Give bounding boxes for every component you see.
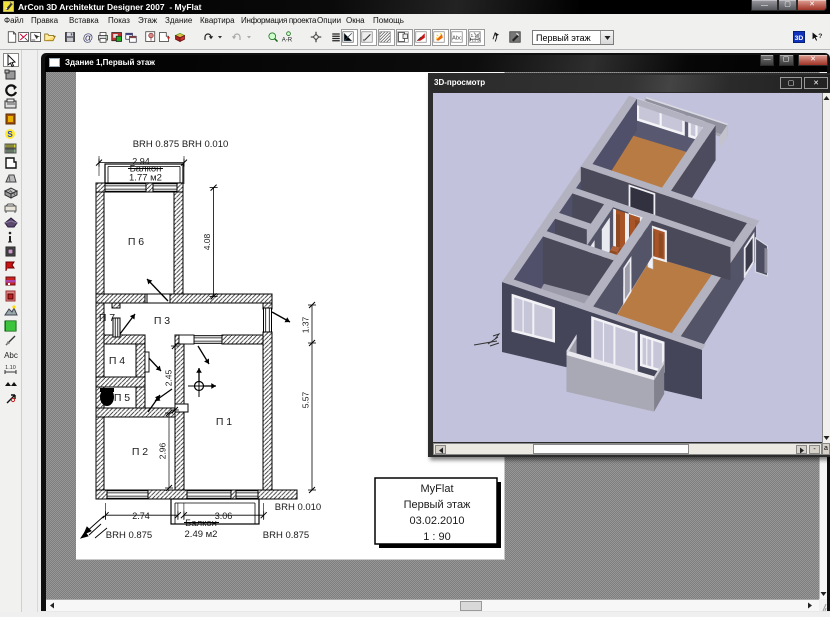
- svg-text:03.02.2010: 03.02.2010: [409, 515, 464, 527]
- svg-text:П 1: П 1: [216, 416, 232, 428]
- svg-text:BRH 0.010: BRH 0.010: [275, 502, 321, 513]
- svg-text:1.77 м2: 1.77 м2: [129, 173, 162, 184]
- svg-text:Abc: Abc: [452, 35, 462, 41]
- svg-text:5.57: 5.57: [301, 391, 311, 408]
- svg-text:A-R: A-R: [282, 38, 293, 44]
- svg-text:2.96: 2.96: [158, 442, 168, 459]
- svg-text:П 3: П 3: [154, 315, 170, 327]
- svg-text:@: @: [83, 32, 94, 43]
- svg-text:MyFlat: MyFlat: [421, 483, 454, 495]
- svg-text:2.45: 2.45: [164, 369, 174, 386]
- svg-text:П 2: П 2: [132, 446, 148, 458]
- svg-text:П 7: П 7: [99, 312, 115, 324]
- svg-text:BRH 0.875 BRH 0.010: BRH 0.875 BRH 0.010: [133, 139, 229, 150]
- svg-text:П 6: П 6: [128, 236, 144, 248]
- svg-text:3.06: 3.06: [215, 511, 233, 521]
- svg-text:Балкон: Балкон: [185, 518, 217, 529]
- svg-text:3D: 3D: [795, 35, 804, 42]
- svg-text:BRH 0.875: BRH 0.875: [106, 530, 152, 541]
- svg-text:1.37: 1.37: [301, 316, 311, 333]
- svg-text:Первый этаж: Первый этаж: [404, 499, 471, 511]
- svg-text:1 : 90: 1 : 90: [423, 531, 451, 543]
- svg-text:2.49 м2: 2.49 м2: [185, 529, 218, 540]
- svg-text:BRH 0.875: BRH 0.875: [263, 530, 309, 541]
- svg-text:П 4: П 4: [109, 355, 125, 367]
- svg-text:?: ?: [818, 33, 822, 40]
- svg-text:Abc: Abc: [4, 351, 18, 360]
- svg-text:S: S: [7, 130, 13, 139]
- svg-text:4.08: 4.08: [202, 233, 212, 250]
- svg-text:2.74: 2.74: [132, 511, 150, 521]
- svg-text:1.10: 1.10: [5, 365, 16, 371]
- svg-text:П 5: П 5: [114, 392, 130, 404]
